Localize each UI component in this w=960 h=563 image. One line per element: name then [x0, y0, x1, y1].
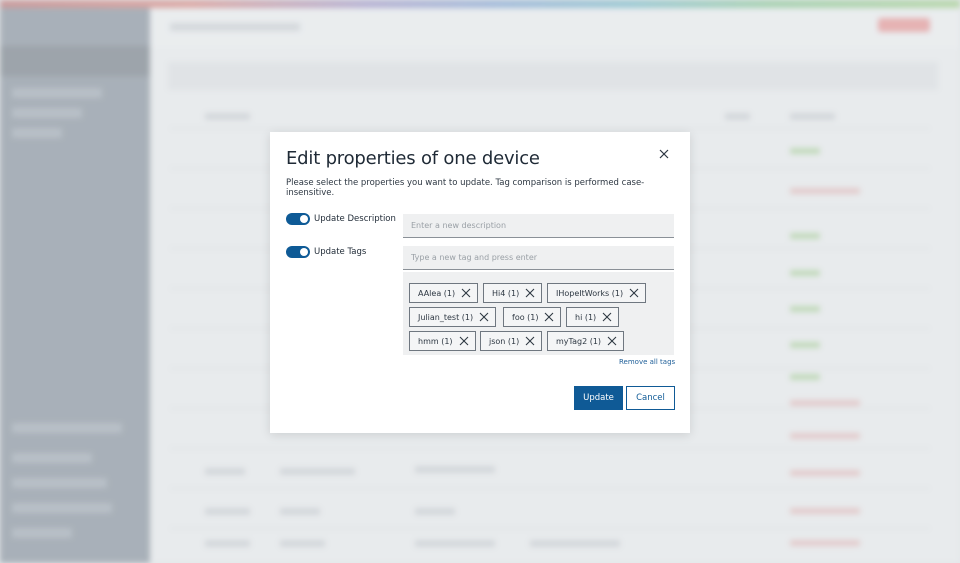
remove-tag-icon[interactable] [542, 310, 556, 324]
tag-label: foo (1) [512, 312, 539, 322]
tag-chip: Julian_test (1) [409, 307, 497, 327]
remove-tag-icon[interactable] [477, 310, 491, 324]
tag-chip: hi (1) [566, 307, 620, 327]
update-tags-toggle-row: Update Tags [286, 246, 366, 258]
dialog-description: Please select the properties you want to… [286, 178, 645, 198]
update-description-toggle-row: Update Description [286, 213, 396, 225]
remove-tag-icon[interactable] [627, 286, 641, 300]
tag-list: AAlea (1) Hi4 (1) IHopeItWorks (1) Julia… [403, 272, 674, 355]
update-description-label: Update Description [314, 214, 396, 224]
remove-tag-icon[interactable] [605, 334, 619, 348]
remove-tag-icon[interactable] [459, 286, 473, 300]
update-description-toggle[interactable] [286, 213, 310, 225]
edit-properties-dialog: Edit properties of one device Please sel… [270, 132, 690, 433]
tag-chip: Hi4 (1) [483, 283, 543, 303]
cancel-button[interactable]: Cancel [626, 386, 675, 410]
tag-chip: hmm (1) [409, 331, 476, 351]
update-tags-label: Update Tags [314, 247, 367, 257]
remove-tag-icon[interactable] [523, 334, 537, 348]
tag-chip: IHopeItWorks (1) [547, 283, 647, 303]
remove-tag-icon[interactable] [600, 310, 614, 324]
tag-label: Julian_test (1) [418, 312, 474, 322]
remove-all-tags-link[interactable]: Remove all tags [619, 358, 675, 366]
update-tags-toggle[interactable] [286, 246, 310, 258]
remove-tag-icon[interactable] [523, 286, 537, 300]
tag-label: AAlea (1) [418, 288, 456, 298]
tag-label: hmm (1) [418, 336, 453, 346]
description-input[interactable] [403, 214, 674, 238]
tag-input[interactable] [403, 246, 674, 270]
tag-label: Hi4 (1) [492, 288, 520, 298]
tag-chip: AAlea (1) [409, 283, 479, 303]
tag-label: json (1) [489, 336, 520, 346]
remove-tag-icon[interactable] [457, 334, 471, 348]
dialog-title: Edit properties of one device [286, 148, 540, 169]
update-button[interactable]: Update [574, 386, 623, 410]
tag-label: IHopeItWorks (1) [556, 288, 624, 298]
tag-chip: myTag2 (1) [547, 331, 625, 351]
tag-chip: foo (1) [503, 307, 562, 327]
close-icon[interactable] [656, 146, 672, 162]
tag-label: myTag2 (1) [556, 336, 602, 346]
tag-chip: json (1) [480, 331, 543, 351]
tag-label: hi (1) [575, 312, 597, 322]
